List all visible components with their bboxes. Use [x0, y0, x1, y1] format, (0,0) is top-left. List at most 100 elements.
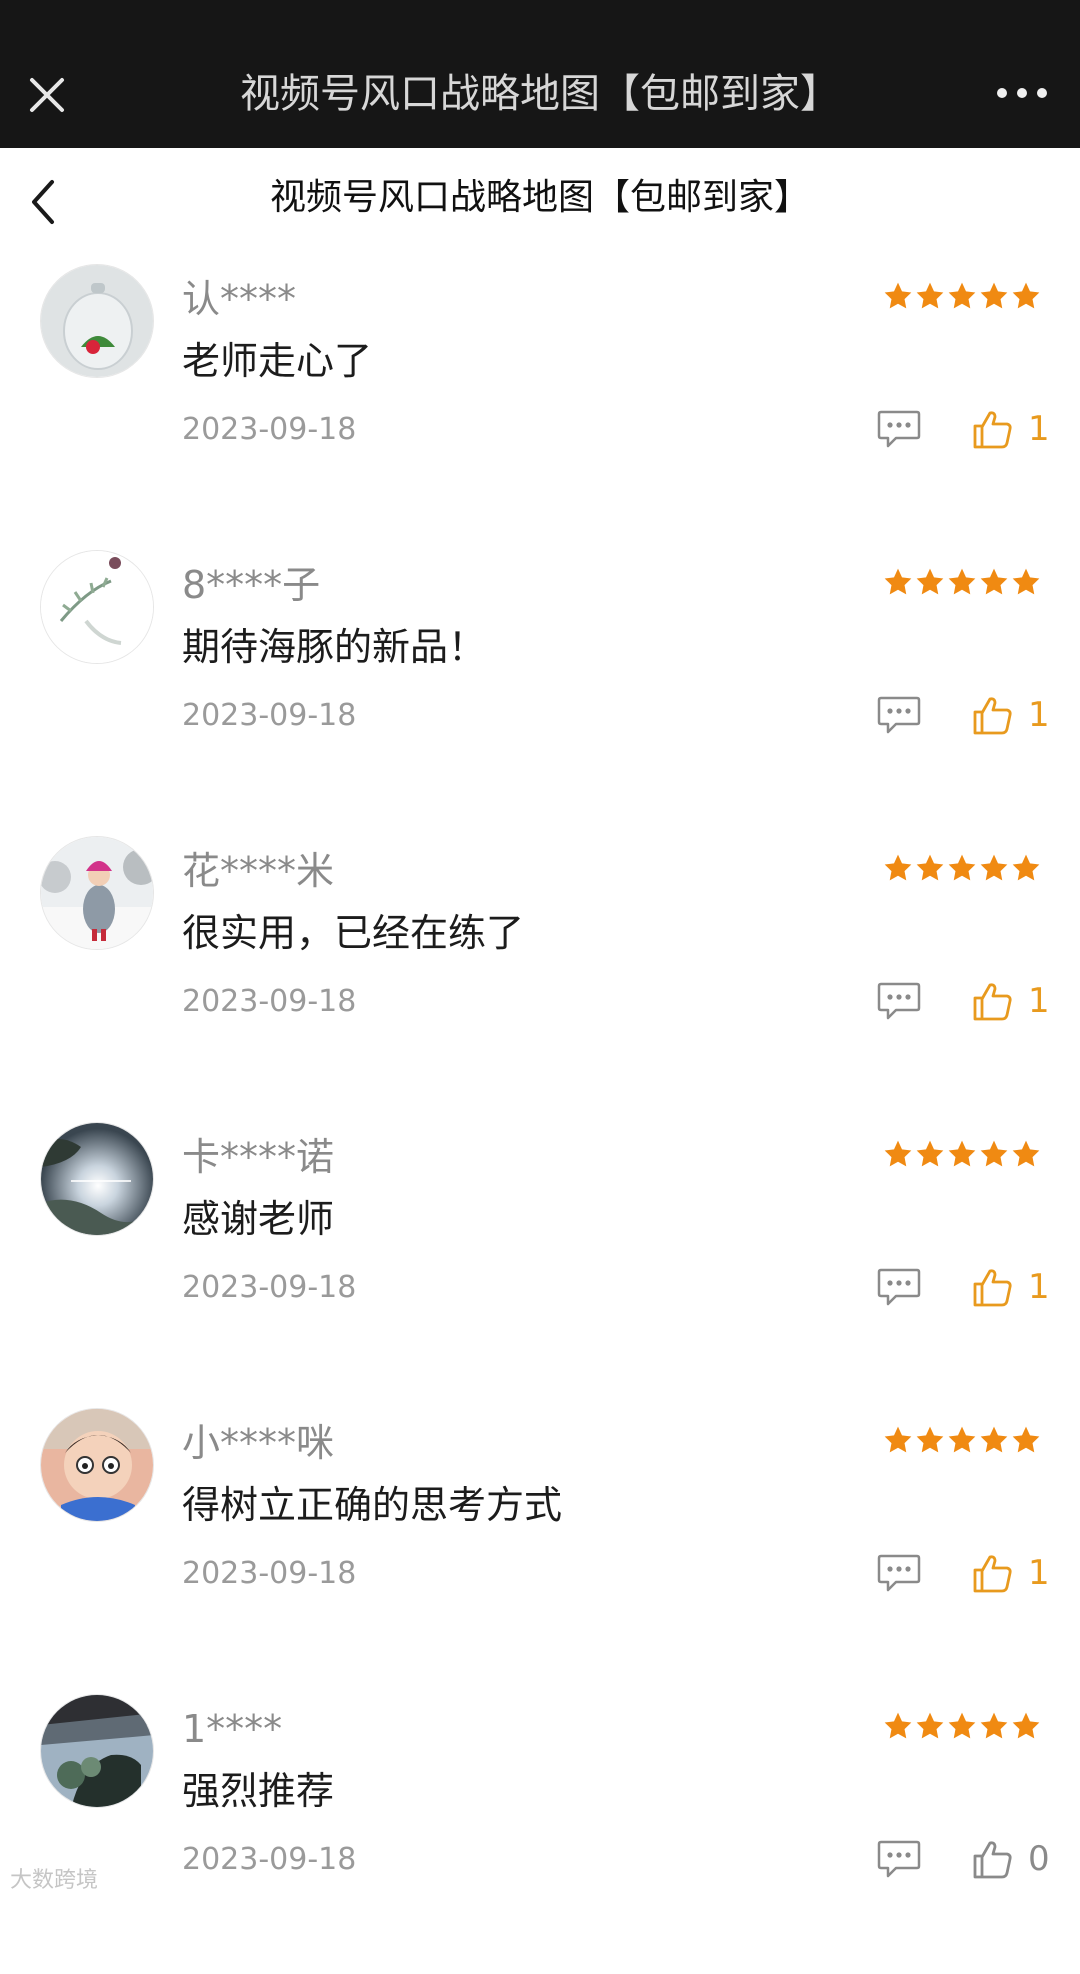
top-bar: 视频号风口战略地图【包邮到家】	[0, 0, 1080, 148]
comment-bubble-icon	[877, 410, 921, 448]
back-button[interactable]	[20, 170, 70, 230]
reply-button[interactable]	[876, 694, 922, 736]
review-date: 2023-09-18	[182, 1556, 357, 1591]
watermark: 大数跨境	[10, 1868, 99, 1893]
star-icon	[916, 854, 944, 881]
thumbs-up-icon	[973, 411, 1012, 449]
comment-bubble-icon	[877, 982, 921, 1020]
review-date: 2023-09-18	[182, 1270, 357, 1305]
close-icon	[30, 78, 64, 112]
star-icon	[916, 282, 944, 309]
review-comment: 强烈推荐	[182, 1769, 335, 1813]
avatar[interactable]	[40, 1408, 154, 1522]
thumbs-up-icon	[973, 697, 1012, 735]
reply-button[interactable]	[876, 1266, 922, 1308]
close-button[interactable]	[22, 70, 72, 120]
star-icon	[916, 568, 944, 595]
star-icon	[948, 568, 976, 595]
star-icon	[916, 1712, 944, 1739]
review-username: 小****咪	[182, 1421, 335, 1465]
avatar[interactable]	[40, 1694, 154, 1808]
more-icon	[997, 88, 1047, 98]
review-comment: 期待海豚的新品！	[182, 625, 487, 669]
star-icon	[980, 1426, 1008, 1453]
review-username: 认****	[182, 277, 297, 321]
star-icon	[1012, 568, 1040, 595]
like-button[interactable]: 1	[970, 976, 1070, 1026]
like-button[interactable]: 1	[970, 1262, 1070, 1312]
star-icon	[948, 854, 976, 881]
review-username: 花****米	[182, 849, 335, 893]
star-icon	[948, 1712, 976, 1739]
avatar[interactable]	[40, 1122, 154, 1236]
like-count: 1	[1028, 1267, 1050, 1307]
like-count: 1	[1028, 409, 1050, 449]
star-icon	[980, 568, 1008, 595]
star-icon	[948, 1140, 976, 1167]
like-button[interactable]: 1	[970, 404, 1070, 454]
rating-stars	[882, 1710, 1042, 1744]
star-icon	[884, 1140, 912, 1167]
review-item: 8****子 期待海豚的新品！ 2023-09-18 1	[0, 544, 1080, 830]
comment-bubble-icon	[877, 1554, 921, 1592]
review-item: 认**** 老师走心了 2023-09-18 1	[0, 258, 1080, 544]
star-icon	[1012, 1712, 1040, 1739]
rating-stars	[882, 280, 1042, 314]
star-icon	[980, 282, 1008, 309]
review-username: 卡****诺	[182, 1135, 335, 1179]
review-item: 卡****诺 感谢老师 2023-09-18 1	[0, 1116, 1080, 1402]
like-button[interactable]: 1	[970, 1548, 1070, 1598]
review-date: 2023-09-18	[182, 412, 357, 447]
review-item: 小****咪 得树立正确的思考方式 2023-09-18 1	[0, 1402, 1080, 1688]
star-icon	[916, 1140, 944, 1167]
star-icon	[916, 1426, 944, 1453]
star-icon	[1012, 854, 1040, 881]
rating-stars	[882, 852, 1042, 886]
review-list: 认**** 老师走心了 2023-09-18 1 8****子 期待海豚的新品！…	[0, 258, 1080, 1974]
star-icon	[948, 1426, 976, 1453]
reply-button[interactable]	[876, 1552, 922, 1594]
review-date: 2023-09-18	[182, 698, 357, 733]
review-username: 1****	[182, 1707, 283, 1751]
review-date: 2023-09-18	[182, 984, 357, 1019]
star-icon	[884, 1712, 912, 1739]
star-icon	[1012, 282, 1040, 309]
review-comment: 很实用，已经在练了	[182, 911, 525, 955]
star-icon	[884, 854, 912, 881]
avatar[interactable]	[40, 264, 154, 378]
rating-stars	[882, 1424, 1042, 1458]
avatar[interactable]	[40, 836, 154, 950]
review-item: 1**** 强烈推荐 2023-09-18 0	[0, 1688, 1080, 1974]
avatar[interactable]	[40, 550, 154, 664]
reply-button[interactable]	[876, 1838, 922, 1880]
reply-button[interactable]	[876, 408, 922, 450]
like-count: 1	[1028, 1553, 1050, 1593]
review-date: 2023-09-18	[182, 1842, 357, 1877]
thumbs-up-icon	[973, 1269, 1012, 1307]
more-button[interactable]	[992, 78, 1052, 108]
star-icon	[980, 1140, 1008, 1167]
review-username: 8****子	[182, 563, 321, 607]
like-count: 0	[1028, 1839, 1050, 1879]
star-icon	[884, 568, 912, 595]
like-count: 1	[1028, 981, 1050, 1021]
rating-stars	[882, 1138, 1042, 1172]
like-button[interactable]: 1	[970, 690, 1070, 740]
rating-stars	[882, 566, 1042, 600]
like-button[interactable]: 0	[970, 1834, 1070, 1884]
comment-bubble-icon	[877, 1840, 921, 1878]
thumbs-up-icon	[973, 983, 1012, 1021]
reply-button[interactable]	[876, 980, 922, 1022]
star-icon	[884, 282, 912, 309]
page-title: 视频号风口战略地图【包邮到家】	[269, 177, 810, 218]
star-icon	[884, 1426, 912, 1453]
comment-bubble-icon	[877, 696, 921, 734]
star-icon	[1012, 1140, 1040, 1167]
thumbs-up-icon	[973, 1841, 1012, 1879]
review-comment: 得树立正确的思考方式	[182, 1483, 563, 1527]
comment-bubble-icon	[877, 1268, 921, 1306]
thumbs-up-icon	[973, 1555, 1012, 1593]
like-count: 1	[1028, 695, 1050, 735]
review-comment: 老师走心了	[182, 339, 373, 383]
star-icon	[1012, 1426, 1040, 1453]
